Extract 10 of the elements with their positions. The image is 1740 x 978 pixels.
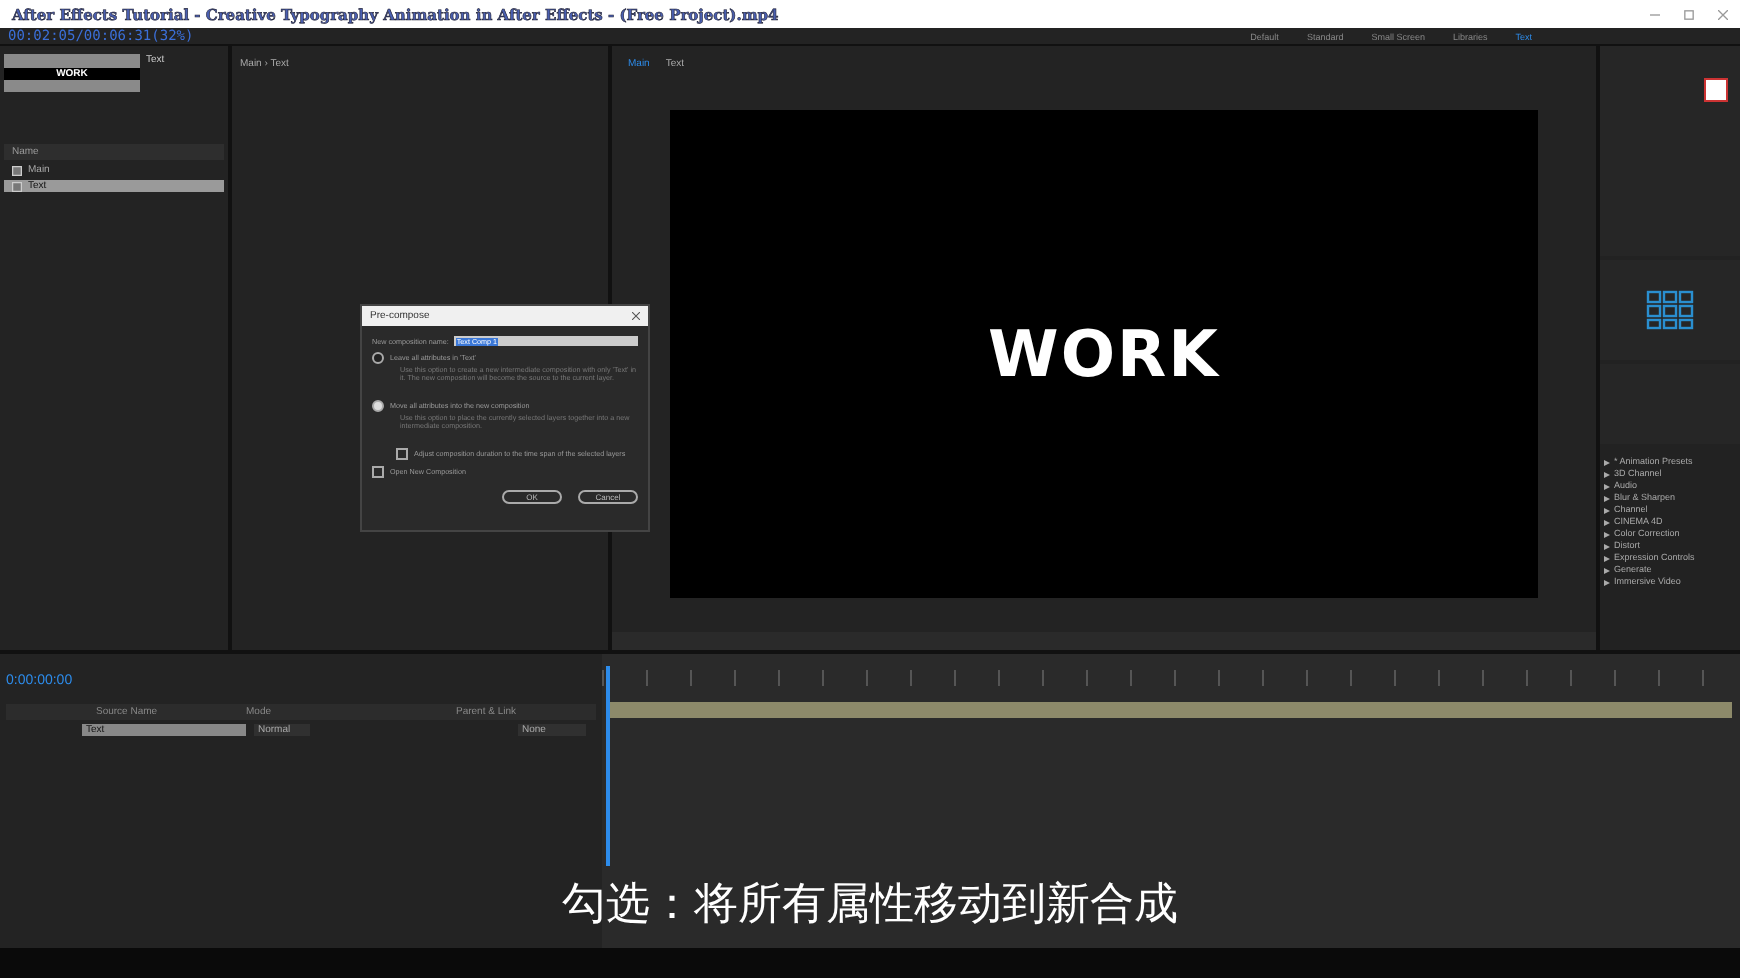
anchor-grid-icon[interactable] — [1646, 290, 1694, 330]
checkbox[interactable] — [396, 448, 408, 460]
color-swatch[interactable] — [1704, 78, 1728, 102]
radio-button[interactable] — [372, 352, 384, 364]
radio-button[interactable] — [372, 400, 384, 412]
checkbox[interactable] — [372, 466, 384, 478]
canvas-text: WORK — [988, 315, 1220, 391]
subtitle: 勾选：将所有属性移动到新合成 — [560, 878, 1180, 934]
close-icon[interactable] — [1718, 9, 1728, 19]
close-icon[interactable] — [632, 312, 640, 320]
